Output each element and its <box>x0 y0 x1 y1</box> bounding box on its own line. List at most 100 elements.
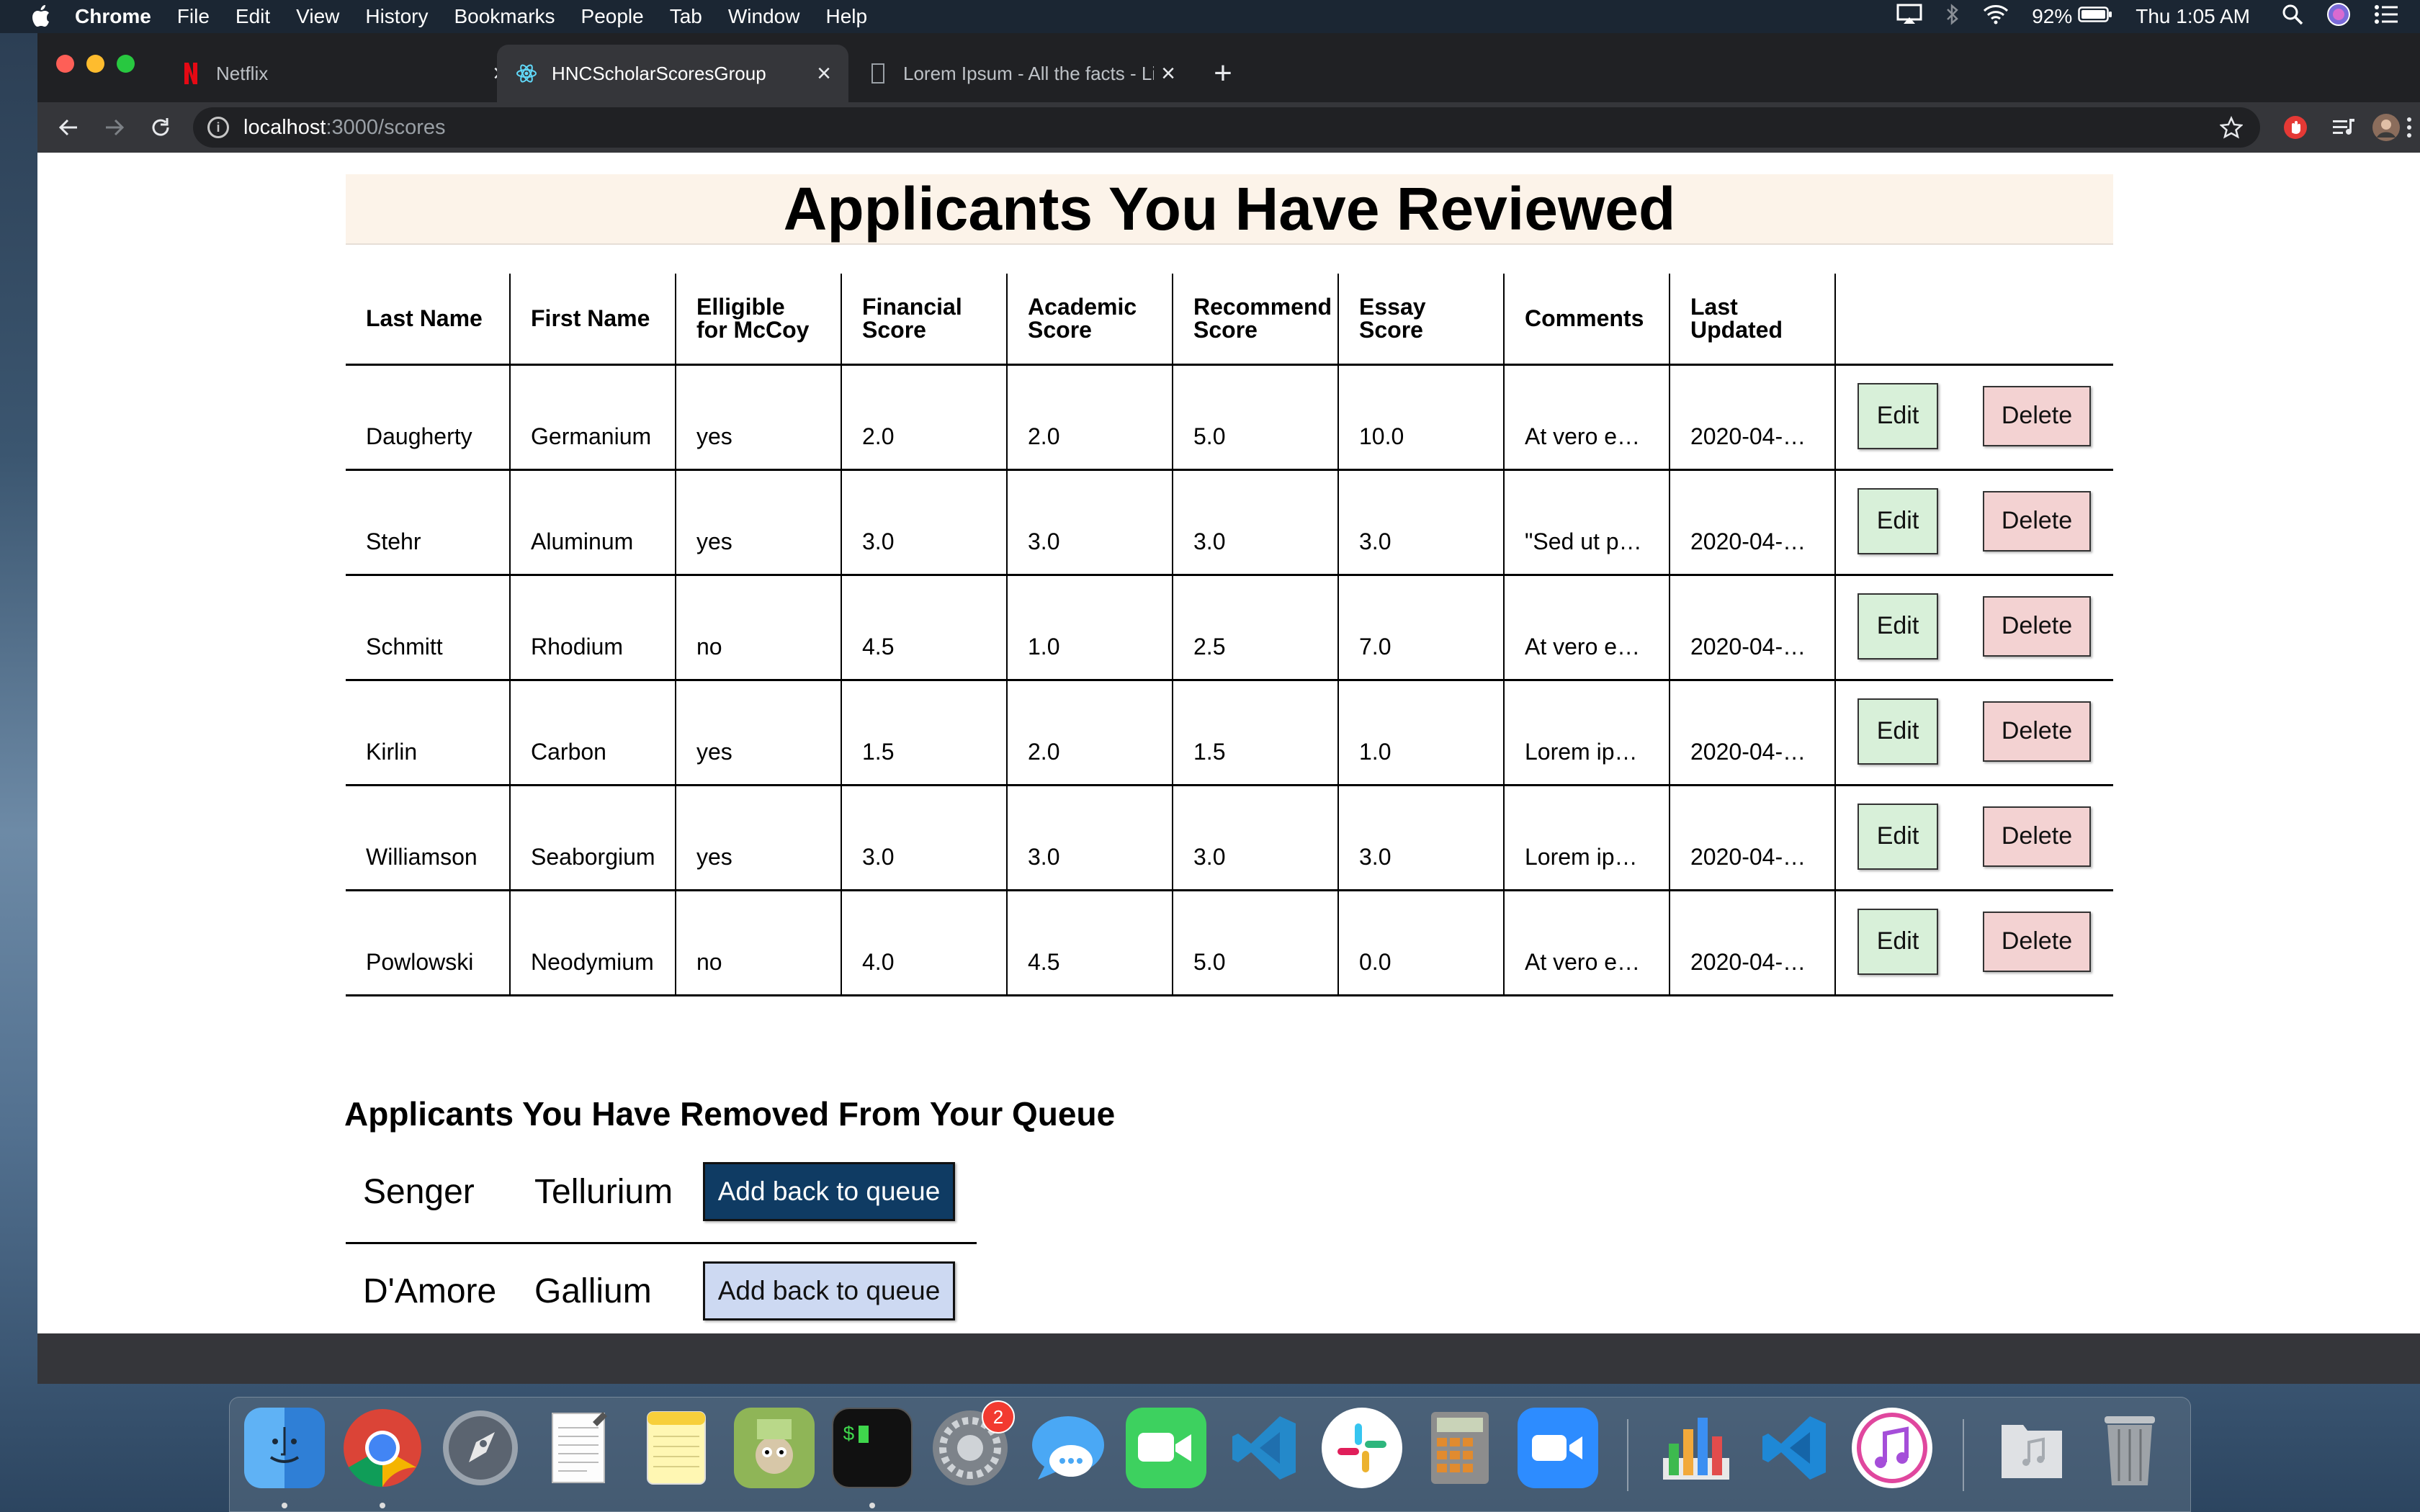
launchpad-icon[interactable] <box>440 1408 521 1488</box>
comments-cell: Lorem ip… <box>1503 680 1670 786</box>
battery-icon[interactable] <box>2078 5 2112 28</box>
tab-title: Netflix <box>216 62 269 84</box>
bookmark-star-icon[interactable] <box>2218 114 2244 140</box>
menu-help[interactable]: Help <box>825 5 867 28</box>
back-arrow-icon[interactable] <box>52 111 85 144</box>
vscode-insiders-icon[interactable] <box>1754 1408 1834 1488</box>
column-header: Essay Score <box>1337 274 1504 366</box>
menu-edit[interactable]: Edit <box>236 5 270 28</box>
first-name-cell: Seaborgium <box>509 785 676 891</box>
spotlight-search-icon[interactable] <box>2282 4 2303 30</box>
edit-button[interactable]: Edit <box>1857 803 1938 870</box>
extension-icon[interactable] <box>2279 111 2312 144</box>
more-menu-icon[interactable] <box>2400 111 2419 144</box>
menu-tab[interactable]: Tab <box>670 5 702 28</box>
menu-file[interactable]: File <box>177 5 210 28</box>
column-header: Elligible for McCoy <box>675 274 841 366</box>
delete-button[interactable]: Delete <box>1983 490 2091 552</box>
apple-icon[interactable] <box>27 4 53 30</box>
system-preferences-icon[interactable]: 2 <box>930 1400 1015 1488</box>
media-controls-icon[interactable] <box>2328 111 2361 144</box>
edit-button[interactable]: Edit <box>1857 487 1938 554</box>
table-row: Powlowski Neodymium no 4.0 4.5 5.0 0.0 At vero … <box>346 890 2113 996</box>
site-info-icon[interactable]: i <box>207 117 229 138</box>
tab-title: Lorem Ipsum - All the facts - Li <box>903 62 1154 84</box>
edit-button[interactable]: Edit <box>1857 593 1938 660</box>
reviewed-banner: Applicants You Have Reviewed <box>346 174 2113 245</box>
eligible-cell: no <box>675 890 841 996</box>
textedit-icon[interactable] <box>538 1408 619 1488</box>
facetime-icon[interactable] <box>1126 1408 1206 1488</box>
notification-center-icon[interactable] <box>2374 4 2398 30</box>
calculator-icon[interactable] <box>1420 1408 1500 1488</box>
profile-avatar[interactable] <box>2370 111 2403 144</box>
last-name-cell: Williamson <box>346 785 510 891</box>
macos-dock: $ 2 <box>229 1397 2191 1512</box>
trash-icon[interactable] <box>2089 1408 2170 1488</box>
music-folder-icon[interactable] <box>1991 1408 2072 1488</box>
eligible-cell: yes <box>675 785 841 891</box>
removed-last-name: D'Amore <box>363 1272 497 1310</box>
address-bar[interactable]: i localhost:3000/scores <box>193 107 2260 148</box>
tab-title: HNCScholarScoresGroup <box>552 62 766 84</box>
finder-icon[interactable] <box>244 1408 325 1488</box>
vscode-icon[interactable] <box>1224 1408 1304 1488</box>
wifi-icon[interactable] <box>1983 4 2009 30</box>
edit-button[interactable]: Edit <box>1857 908 1938 975</box>
table-row: Schmitt Rhodium no 4.5 1.0 2.5 7.0 At vero e… 20… <box>346 575 2113 681</box>
comments-cell: At vero e… <box>1503 890 1670 996</box>
menu-bookmarks[interactable]: Bookmarks <box>454 5 555 28</box>
row-actions: Edit Delete <box>1834 680 2113 786</box>
last-updated-cell: 2020-04-… <box>1669 890 1835 996</box>
header-text: Recommend Score <box>1193 294 1332 343</box>
terminal-icon[interactable]: $ <box>832 1408 913 1488</box>
bluetooth-icon[interactable] <box>1945 3 1960 30</box>
siri-icon[interactable] <box>2326 2 2351 32</box>
add-back-to-queue-button[interactable]: Add back to queue <box>703 1162 955 1221</box>
table-row: Daugherty Germanium yes 2.0 2.0 5.0 10.0 At ver… <box>346 364 2113 471</box>
slack-icon[interactable] <box>1322 1408 1402 1488</box>
tab-strip: Netflix × HNCScholarScoresGroup × Lorem … <box>37 33 2420 102</box>
new-tab-button[interactable]: + <box>1203 53 1243 94</box>
delete-button[interactable]: Delete <box>1983 385 2091 446</box>
mac-menubar: Chrome File Edit View History Bookmarks … <box>0 0 2420 33</box>
numbers-icon[interactable] <box>1656 1408 1736 1488</box>
edit-button[interactable]: Edit <box>1857 698 1938 765</box>
itunes-icon[interactable] <box>1852 1408 1932 1488</box>
edit-button[interactable]: Edit <box>1857 382 1938 449</box>
delete-button[interactable]: Delete <box>1983 806 2091 867</box>
reload-icon[interactable] <box>144 111 177 144</box>
zoom-icon[interactable] <box>1518 1408 1598 1488</box>
essay-score-cell: 0.0 <box>1337 890 1504 996</box>
airplay-icon[interactable] <box>1896 4 1922 30</box>
character-app-icon[interactable] <box>734 1408 815 1488</box>
last-updated-cell: 2020-04-… <box>1669 364 1835 471</box>
notes-icon[interactable] <box>636 1408 717 1488</box>
essay-score-cell: 10.0 <box>1337 364 1504 471</box>
close-tab-icon[interactable]: × <box>1154 59 1183 88</box>
tab-netflix[interactable]: Netflix × <box>161 45 524 102</box>
delete-button[interactable]: Delete <box>1983 911 2091 972</box>
tab-hncscholarscoresgroup[interactable]: HNCScholarScoresGroup × <box>497 45 848 102</box>
delete-button[interactable]: Delete <box>1983 701 2091 762</box>
column-header: Recommend Score <box>1172 274 1338 366</box>
add-back-to-queue-button[interactable]: Add back to queue <box>703 1261 955 1320</box>
maximize-window-button[interactable] <box>117 55 135 73</box>
forward-arrow-icon[interactable] <box>98 111 131 144</box>
chrome-icon[interactable] <box>342 1408 423 1488</box>
menubar-clock[interactable]: Thu 1:05 AM <box>2136 5 2250 28</box>
column-header: Academic Score <box>1006 274 1173 366</box>
menu-people[interactable]: People <box>581 5 644 28</box>
menu-view[interactable]: View <box>296 5 339 28</box>
close-window-button[interactable] <box>56 55 74 73</box>
close-tab-icon[interactable]: × <box>810 59 838 88</box>
messages-icon[interactable] <box>1028 1408 1108 1488</box>
menu-history[interactable]: History <box>365 5 428 28</box>
eligible-cell: yes <box>675 364 841 471</box>
minimize-window-button[interactable] <box>86 55 104 73</box>
menu-window[interactable]: Window <box>728 5 800 28</box>
menu-app-name[interactable]: Chrome <box>75 5 151 28</box>
tab-lorem-ipsum[interactable]: Lorem Ipsum - All the facts - Li × <box>848 45 1223 102</box>
notification-badge: 2 <box>982 1400 1015 1434</box>
delete-button[interactable]: Delete <box>1983 595 2091 657</box>
